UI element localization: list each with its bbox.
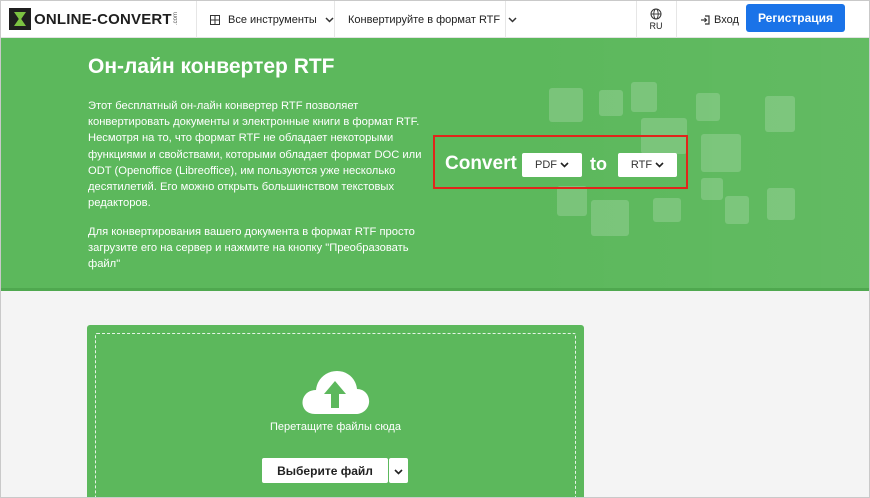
all-tools-label: Все инструменты (228, 13, 317, 26)
chevron-down-icon (325, 16, 334, 23)
top-navigation: ONLINE-CONVERT .com Все инструменты Конв… (1, 1, 869, 38)
to-label: to (590, 154, 607, 174)
pdf-file-icon (701, 134, 741, 172)
to-format-select[interactable]: RTF (618, 153, 677, 177)
login-label: Вход (714, 13, 739, 26)
from-format-select[interactable]: PDF (522, 153, 582, 177)
language-selector[interactable]: RU (645, 1, 667, 38)
hero-instructions: Для конвертирования вашего документа в ф… (88, 226, 415, 271)
file-icon (599, 90, 623, 116)
language-code: RU (649, 21, 663, 31)
file-icon (696, 93, 720, 121)
to-format-value: RTF (630, 159, 653, 171)
globe-icon (650, 8, 662, 21)
nav-divider (676, 1, 677, 38)
all-tools-menu[interactable]: Все инструменты (210, 1, 334, 38)
login-icon (700, 14, 714, 25)
image-icon (653, 198, 681, 222)
logo-mark-icon (9, 8, 31, 30)
drop-files-text: Перетащите файлы сюда (270, 421, 401, 433)
login-link[interactable]: Вход (700, 1, 739, 38)
file-icon (725, 196, 749, 224)
choose-file-dropdown[interactable] (389, 458, 408, 483)
nav-divider (505, 1, 506, 38)
cloud-upload-icon (299, 368, 371, 421)
file-icon (557, 186, 587, 216)
logo-com: .com (172, 12, 179, 26)
from-format-value: PDF (535, 159, 557, 171)
logo-text: ONLINE-CONVERT (34, 10, 172, 28)
file-icon (631, 82, 657, 112)
nav-divider (196, 1, 197, 38)
nav-divider (334, 1, 335, 38)
convert-to-label: Конвертируйте в формат RTF (348, 13, 501, 26)
page-title: Он-лайн конвертер RTF (88, 55, 335, 78)
browser-frame: ONLINE-CONVERT .com Все инструменты Конв… (0, 0, 870, 498)
nav-divider (636, 1, 637, 38)
file-icon (701, 178, 723, 200)
choose-file-button[interactable]: Выберите файл (262, 458, 388, 483)
hero-description: Этот бесплатный он-лайн конвертер RTF по… (88, 100, 422, 210)
file-icon (767, 188, 795, 220)
chevron-down-icon (557, 159, 569, 171)
chevron-down-icon (508, 16, 517, 23)
document-icon (549, 88, 583, 122)
hero-bottom-edge (1, 288, 869, 291)
grid-icon (210, 14, 220, 25)
chart-file-icon (765, 96, 795, 132)
chevron-down-icon (394, 462, 403, 480)
register-button[interactable]: Регистрация (746, 4, 845, 32)
chart-icon (591, 200, 629, 236)
chevron-down-icon (652, 159, 664, 171)
site-logo[interactable]: ONLINE-CONVERT .com (9, 8, 179, 30)
convert-label: Convert (445, 153, 517, 174)
convert-to-rtf-menu[interactable]: Конвертируйте в формат RTF (348, 1, 517, 38)
